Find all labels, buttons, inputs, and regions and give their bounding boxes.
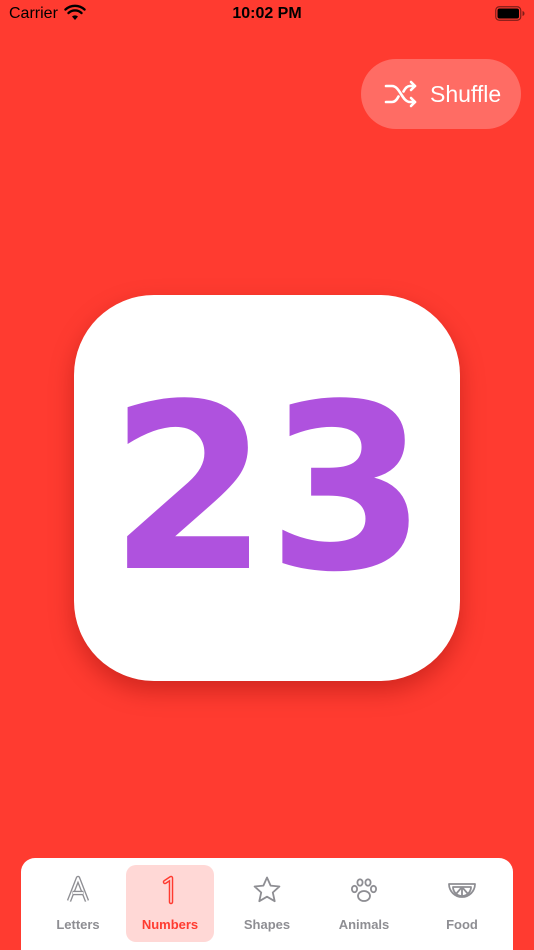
tab-label-shapes: Shapes xyxy=(243,917,291,932)
tab-food[interactable]: Food xyxy=(418,865,506,942)
letter-a-icon xyxy=(66,875,90,902)
status-time: 10:02 PM xyxy=(232,5,302,22)
tab-letters[interactable]: Letters xyxy=(34,865,122,942)
status-bar: Carrier 10:02 PM xyxy=(0,0,534,30)
tab-shapes[interactable]: Shapes xyxy=(223,865,311,942)
tab-label-letters: Letters xyxy=(56,917,100,932)
paw-icon xyxy=(351,878,377,902)
tab-label-numbers: Numbers xyxy=(141,917,199,932)
number-card[interactable]: 23 xyxy=(74,295,460,681)
number-one-icon xyxy=(162,875,174,905)
shuffle-icon xyxy=(384,80,417,108)
tab-bar: Letters Numbers Shapes Animals Food xyxy=(21,858,513,950)
tab-label-food: Food xyxy=(446,917,478,932)
star-icon xyxy=(253,876,281,903)
card-number: 23 xyxy=(108,356,427,623)
fruit-slice-icon xyxy=(448,883,476,898)
battery-icon xyxy=(495,6,525,21)
tab-numbers[interactable]: Numbers xyxy=(126,865,214,942)
shuffle-button[interactable]: Shuffle xyxy=(361,59,521,129)
shuffle-label: Shuffle xyxy=(430,80,502,107)
tab-animals[interactable]: Animals xyxy=(320,865,408,942)
tab-label-animals: Animals xyxy=(338,917,390,932)
